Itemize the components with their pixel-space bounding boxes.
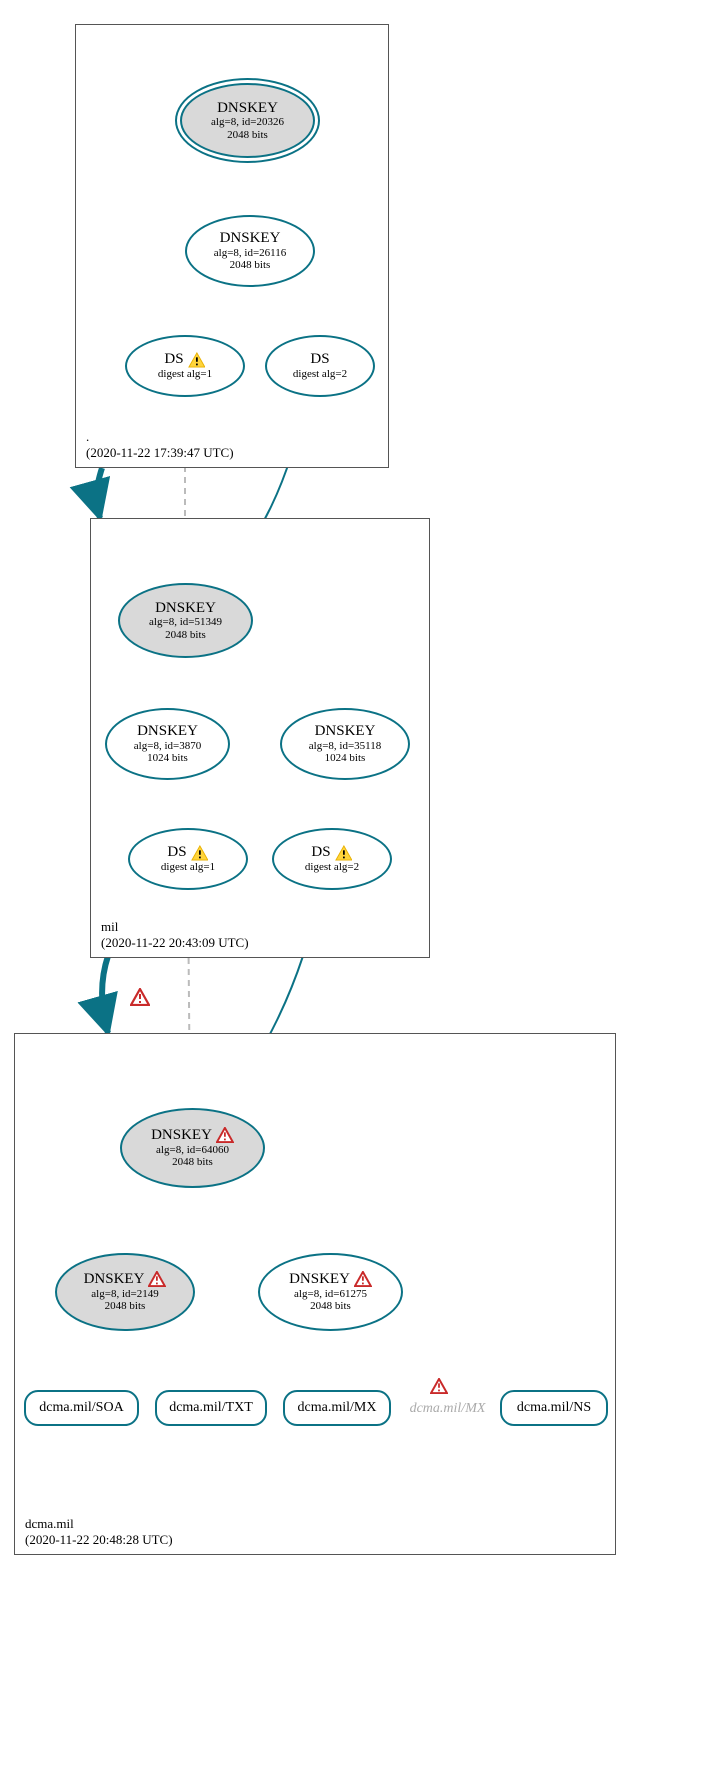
dcma-ksk-alg: alg=8, id=64060	[156, 1144, 229, 1157]
mil-ds2-node: DS digest alg=2	[272, 828, 392, 890]
dcma-zsk1-node: DNSKEY alg=8, id=2149 2048 bits	[55, 1253, 195, 1331]
zone-dcma-timestamp: (2020-11-22 20:48:28 UTC)	[25, 1532, 173, 1548]
zone-mil-name: mil	[101, 919, 249, 935]
warning-icon	[188, 352, 206, 368]
dcma-zsk2-bits: 2048 bits	[310, 1300, 351, 1313]
rr-mx-ghost-label: dcma.mil/MX	[410, 1401, 486, 1417]
root-zsk-bits: 2048 bits	[230, 259, 271, 272]
root-ds2-digest: digest alg=2	[293, 368, 347, 381]
dcma-ksk-bits: 2048 bits	[172, 1156, 213, 1169]
mil-ksk-bits: 2048 bits	[165, 629, 206, 642]
root-ksk-bits: 2048 bits	[227, 129, 268, 142]
mil-zsk2-node: DNSKEY alg=8, id=35118 1024 bits	[280, 708, 410, 780]
zone-dcma-name: dcma.mil	[25, 1516, 173, 1532]
error-icon	[430, 1378, 448, 1398]
dcma-zsk1-bits: 2048 bits	[105, 1300, 146, 1313]
dcma-zsk1-alg: alg=8, id=2149	[91, 1288, 158, 1301]
error-icon	[130, 988, 150, 1010]
error-icon	[148, 1271, 166, 1287]
rr-ns-label: dcma.mil/NS	[517, 1400, 591, 1416]
root-zsk-alg: alg=8, id=26116	[214, 247, 287, 260]
mil-zsk1-alg: alg=8, id=3870	[134, 740, 201, 753]
rr-txt: dcma.mil/TXT	[155, 1390, 267, 1426]
dcma-zsk2-title: DNSKEY	[289, 1271, 350, 1288]
dcma-zsk1-title: DNSKEY	[84, 1271, 145, 1288]
root-ksk-title: DNSKEY	[217, 100, 278, 117]
root-ksk-alg: alg=8, id=20326	[211, 116, 284, 129]
zone-root-name: .	[86, 429, 234, 445]
error-icon	[216, 1127, 234, 1143]
warning-icon	[191, 845, 209, 861]
root-ds1-node: DS digest alg=1	[125, 335, 245, 397]
mil-ds2-title: DS	[311, 844, 330, 861]
dnssec-graph: . (2020-11-22 17:39:47 UTC) DNSKEY alg=8…	[0, 0, 707, 1777]
dcma-ksk-node: DNSKEY alg=8, id=64060 2048 bits	[120, 1108, 265, 1188]
root-zsk-title: DNSKEY	[220, 230, 281, 247]
rr-soa: dcma.mil/SOA	[24, 1390, 139, 1426]
zone-root-label: . (2020-11-22 17:39:47 UTC)	[86, 429, 234, 462]
root-ksk-node: DNSKEY alg=8, id=20326 2048 bits	[180, 83, 315, 158]
root-ds1-title: DS	[164, 351, 183, 368]
rr-soa-label: dcma.mil/SOA	[39, 1400, 123, 1416]
dcma-ksk-title: DNSKEY	[151, 1127, 212, 1144]
root-ds2-title: DS	[310, 351, 329, 368]
zone-dcma-label: dcma.mil (2020-11-22 20:48:28 UTC)	[25, 1516, 173, 1549]
mil-zsk1-node: DNSKEY alg=8, id=3870 1024 bits	[105, 708, 230, 780]
rr-mx: dcma.mil/MX	[283, 1390, 391, 1426]
mil-ksk-title: DNSKEY	[155, 600, 216, 617]
dcma-zsk2-alg: alg=8, id=61275	[294, 1288, 367, 1301]
root-zsk-node: DNSKEY alg=8, id=26116 2048 bits	[185, 215, 315, 287]
zone-mil-timestamp: (2020-11-22 20:43:09 UTC)	[101, 935, 249, 951]
rr-mx-ghost: dcma.mil/MX	[405, 1395, 490, 1423]
root-ds2-node: DS digest alg=2	[265, 335, 375, 397]
mil-ksk-node: DNSKEY alg=8, id=51349 2048 bits	[118, 583, 253, 658]
mil-ds1-digest: digest alg=1	[161, 861, 215, 874]
mil-zsk2-title: DNSKEY	[315, 723, 376, 740]
warning-icon	[335, 845, 353, 861]
error-icon	[354, 1271, 372, 1287]
rr-mx-label: dcma.mil/MX	[298, 1400, 377, 1416]
mil-zsk1-bits: 1024 bits	[147, 752, 188, 765]
mil-ds1-node: DS digest alg=1	[128, 828, 248, 890]
mil-ds2-digest: digest alg=2	[305, 861, 359, 874]
rr-ns: dcma.mil/NS	[500, 1390, 608, 1426]
mil-zsk2-bits: 1024 bits	[325, 752, 366, 765]
mil-zsk1-title: DNSKEY	[137, 723, 198, 740]
zone-mil-label: mil (2020-11-22 20:43:09 UTC)	[101, 919, 249, 952]
rr-txt-label: dcma.mil/TXT	[169, 1400, 253, 1416]
mil-zsk2-alg: alg=8, id=35118	[309, 740, 382, 753]
zone-root-timestamp: (2020-11-22 17:39:47 UTC)	[86, 445, 234, 461]
mil-ds1-title: DS	[167, 844, 186, 861]
root-ds1-digest: digest alg=1	[158, 368, 212, 381]
mil-ksk-alg: alg=8, id=51349	[149, 616, 222, 629]
dcma-zsk2-node: DNSKEY alg=8, id=61275 2048 bits	[258, 1253, 403, 1331]
